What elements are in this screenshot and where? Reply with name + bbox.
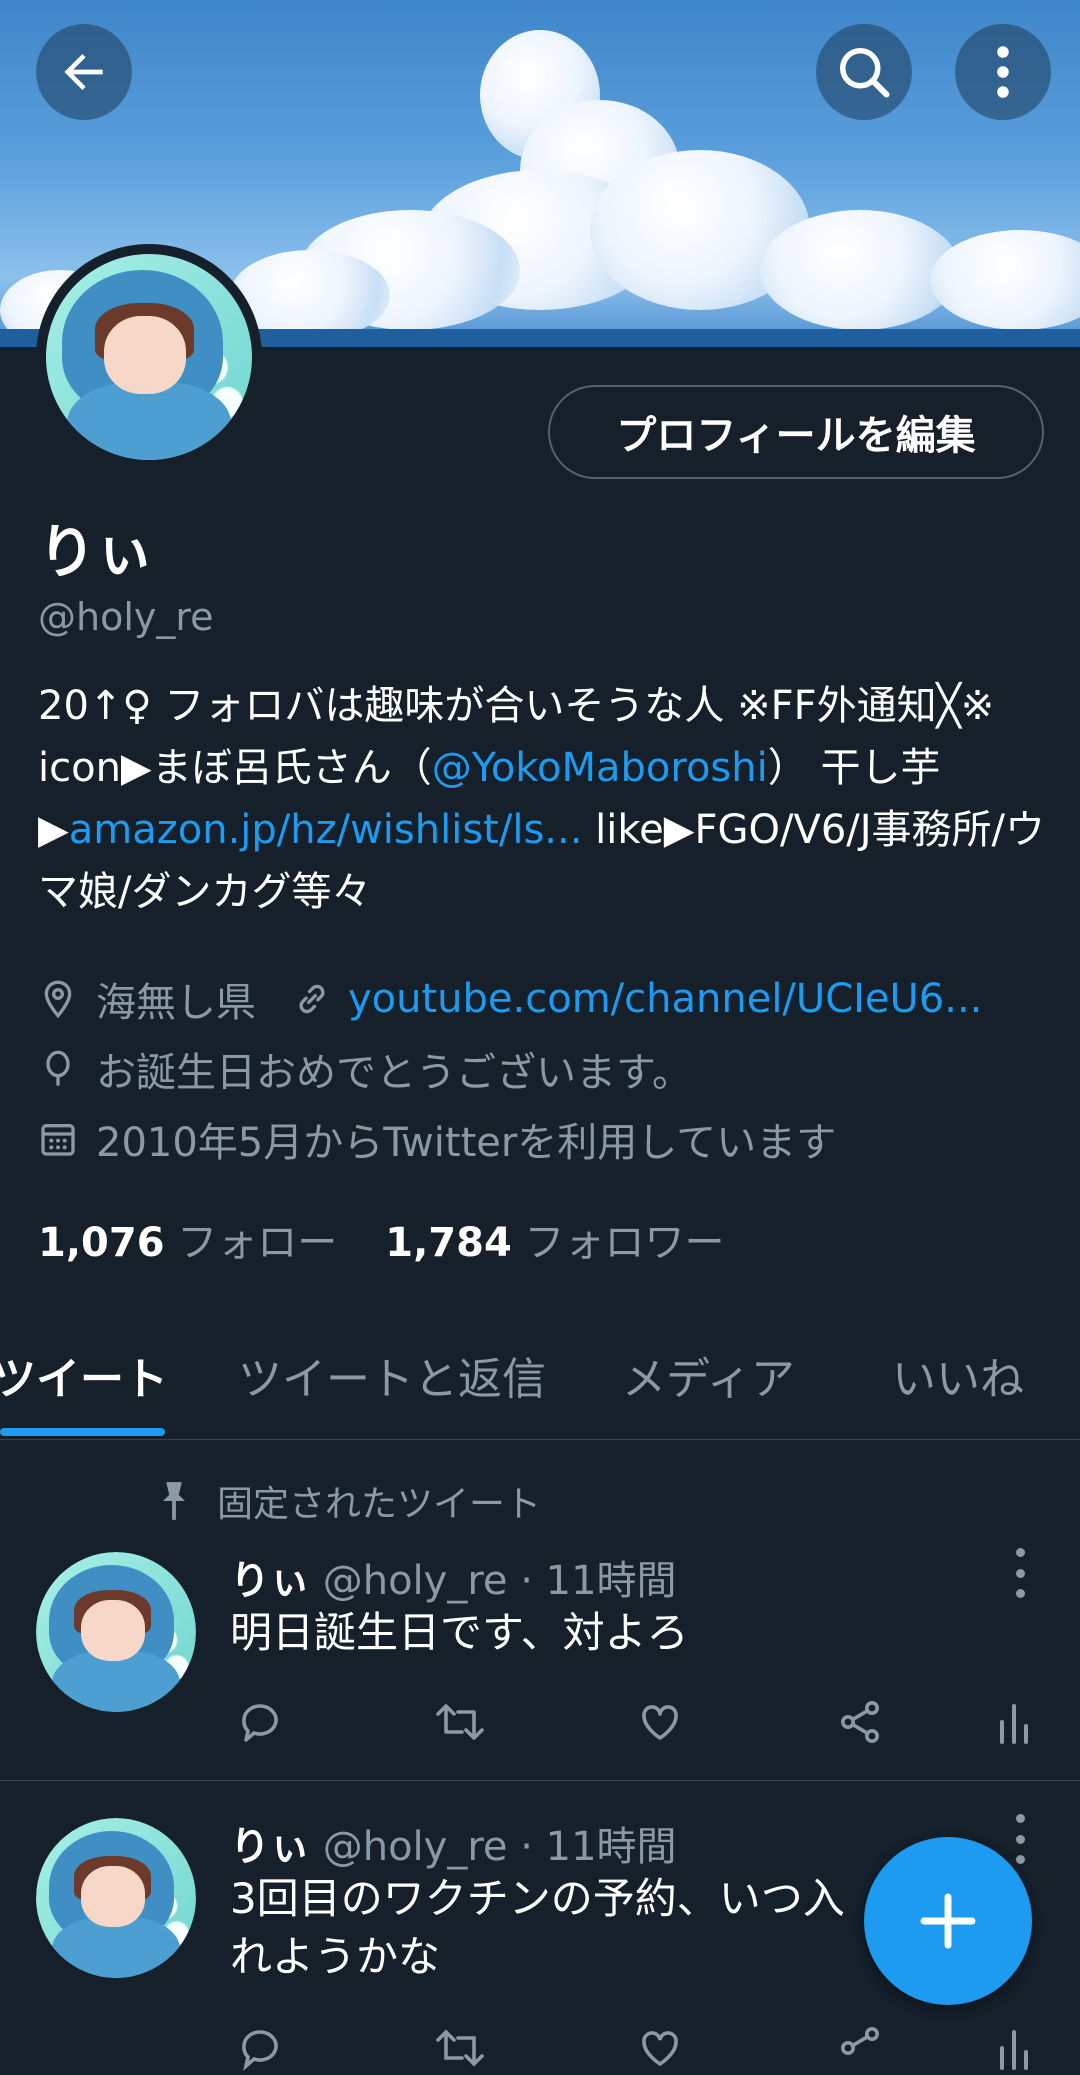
link-icon: [299, 984, 325, 1014]
joined-text: 2010年5月からTwitterを利用しています: [96, 1120, 837, 1166]
tweet-actions: [230, 2018, 1040, 2075]
profile-meta-joined: 2010年5月からTwitterを利用しています: [38, 1110, 836, 1168]
follow-stats: 1,076 フォロー 1,784 フォロワー: [38, 1210, 725, 1268]
search-button[interactable]: [816, 24, 912, 120]
search-icon: [840, 48, 890, 98]
tweet-text: 3回目のワクチンの予約、いつ入れようかな: [230, 1874, 845, 1981]
like-button[interactable]: [630, 1692, 690, 1752]
tab-likes[interactable]: いいね: [892, 1310, 1024, 1440]
followers-stat[interactable]: 1,784 フォロワー: [385, 1210, 724, 1268]
retweet-button[interactable]: [430, 2018, 490, 2075]
tweet-author-name[interactable]: りぃ: [230, 1558, 310, 1604]
location-pin-icon: [44, 980, 72, 1019]
edit-profile-button[interactable]: プロフィールを編集: [548, 385, 1044, 479]
tweet-actions: [230, 1692, 1040, 1752]
following-stat[interactable]: 1,076 フォロー: [38, 1210, 337, 1268]
tweet-author-name[interactable]: りぃ: [230, 1824, 310, 1870]
compose-tweet-button[interactable]: [864, 1837, 1032, 2005]
active-tab-indicator: [0, 1428, 165, 1436]
analytics-icon: [1000, 2030, 1028, 2070]
tweet-more-button[interactable]: [1005, 1814, 1035, 1864]
website-link[interactable]: youtube.com/channel/UCIeU6...: [348, 976, 982, 1022]
user-handle: @holy_re: [38, 595, 214, 639]
profile-meta-birthday: お誕生日おめでとうございます。: [38, 1040, 692, 1098]
reply-icon: [242, 1704, 278, 1742]
retweet-icon: [436, 2029, 484, 2067]
pinned-tweet-label: 固定されたツイート: [155, 1475, 541, 1527]
share-button[interactable]: [830, 1692, 890, 1752]
tweet-header: りぃ @holy_re · 11時間: [230, 1814, 677, 1872]
tweet-divider: [0, 1780, 1080, 1781]
back-arrow-icon: [64, 54, 103, 90]
mention-link[interactable]: @YokoMaboroshi: [432, 745, 768, 791]
calendar-icon: [41, 1124, 75, 1156]
tab-media[interactable]: メディア: [622, 1310, 795, 1440]
tweet-more-button[interactable]: [1005, 1548, 1035, 1598]
tweet-meta: @holy_re · 11時間: [322, 1558, 677, 1604]
share-icon: [841, 2027, 879, 2055]
retweet-button[interactable]: [430, 1692, 490, 1752]
more-options-button[interactable]: [955, 24, 1051, 120]
reply-icon: [242, 2030, 278, 2071]
tweet-header: りぃ @holy_re · 11時間: [230, 1548, 677, 1606]
wishlist-link[interactable]: amazon.jp/hz/wishlist/ls...: [69, 807, 583, 853]
balloon-icon: [46, 1050, 70, 1086]
share-icon: [841, 1701, 879, 1743]
analytics-icon: [1000, 1704, 1028, 1744]
location-text: 海無し県: [96, 980, 256, 1026]
pin-icon: [163, 1482, 185, 1520]
birthday-text: お誕生日おめでとうございます。: [96, 1050, 692, 1096]
analytics-button[interactable]: [984, 1692, 1044, 1752]
analytics-button[interactable]: [984, 2018, 1040, 2075]
heart-icon: [642, 1705, 678, 1740]
profile-bio: 20↑♀ フォロバは趣味が合いそうな人 ※FF外通知╳※ icon▶まぼ呂氏さん…: [38, 683, 1046, 915]
plus-icon: [920, 1893, 976, 1949]
tab-tweets[interactable]: ツイート: [0, 1310, 168, 1440]
tweet-avatar[interactable]: [36, 1818, 196, 1978]
tweet-meta: @holy_re · 11時間: [322, 1824, 677, 1870]
reply-button[interactable]: [230, 1692, 290, 1752]
more-vertical-icon: [997, 46, 1009, 98]
profile-avatar[interactable]: [36, 244, 262, 470]
share-button[interactable]: [830, 2018, 890, 2075]
display-name: りぃ: [38, 518, 155, 586]
like-button[interactable]: [630, 2018, 690, 2075]
heart-icon: [642, 2031, 678, 2067]
profile-meta-location-website: 海無し県 youtube.com/channel/UCIeU6...: [38, 970, 982, 1028]
back-button[interactable]: [36, 24, 132, 120]
tweet-avatar[interactable]: [36, 1552, 196, 1712]
tab-tweets-and-replies[interactable]: ツイートと返信: [238, 1310, 546, 1440]
retweet-icon: [436, 1704, 484, 1740]
profile-tabs: ツイート ツイートと返信 メディア いいね: [0, 1310, 1080, 1440]
reply-button[interactable]: [230, 2018, 290, 2075]
tweet-text: 明日誕生日です、対よろ: [230, 1608, 689, 1657]
